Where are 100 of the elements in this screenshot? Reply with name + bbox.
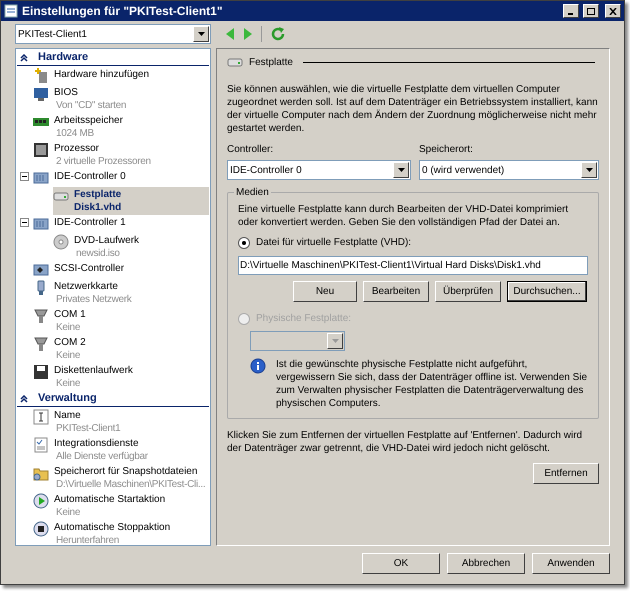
item-detail: Keine (56, 377, 82, 390)
dropdown-arrow-icon (198, 32, 204, 36)
controller-icon (33, 216, 49, 232)
item-label: IDE-Controller 1 (54, 216, 126, 229)
info-text: Ist die gewünschte physische Festplatte nicht aufgeführt, vergewissern Sie sich, dass der Datenträger offline ist. Verwenden Sie zum Verwalten physischer Festplatten die Datenträgerverwaltung des physischen Computers. (276, 358, 588, 410)
item-label: COM 1 (54, 308, 86, 321)
tree-item[interactable]: Netzwerkkarte Privates Netzwerk (33, 279, 134, 307)
item-label: DVD-Laufwerk (74, 234, 140, 247)
hardware-add-icon (33, 68, 49, 84)
item-detail: D:\Virtuelle Maschinen\PKITest-Cli... (56, 478, 206, 491)
tree-item[interactable]: Festplatte Disk1.vhd (53, 187, 209, 215)
item-detail: Alle Dienste verfügbar (56, 450, 148, 463)
dropdown-arrow-icon (332, 339, 338, 343)
intro-text: Sie können auswählen, wie die virtuelle Festplatte dem virtuellen Computer zugeordnet werden soll. Ist auf dem Datenträger ein Betriebssystem installiert, kann der virtuelle Computer nach dem Ändern der Zuordnung möglicherweise nicht mehr gestartet werden. (227, 83, 599, 135)
play-icon (33, 493, 49, 509)
tree-item[interactable]: Speicherort für Snapshotdateien D:\Virtuelle Maschinen\PKITest-Cli... (33, 464, 208, 492)
item-detail: Keine (56, 321, 82, 334)
media-text: Eine virtuelle Festplatte kann durch Bearbeiten der VHD-Datei komprimiert oder konvertiert werden. Geben Sie den vollständigen Pfad der Datei an. (238, 203, 570, 229)
item-label: Prozessor (54, 142, 100, 155)
item-detail: PKITest-Client1 (56, 422, 120, 435)
maximize-button[interactable] (583, 4, 599, 18)
tree-item[interactable]: IDE-Controller 1 (33, 215, 128, 233)
item-detail: Von "CD" starten (56, 99, 126, 112)
item-label: Automatische Stoppaktion (54, 521, 170, 534)
item-detail: newsid.iso (76, 247, 121, 260)
item-detail: 1024 MB (56, 127, 95, 140)
item-detail: Keine (56, 506, 82, 519)
collapse-chevron-icon[interactable] (20, 54, 28, 62)
item-label: Name (54, 409, 82, 422)
item-label: Festplatte (74, 188, 122, 201)
item-label: Diskettenlaufwerk (54, 364, 133, 377)
panel-title: Festplatte (249, 56, 293, 70)
controller-select[interactable]: IDE-Controller 0 (227, 160, 411, 180)
monitor-icon (33, 86, 49, 102)
tree-item[interactable]: Name PKITest-Client1 (33, 408, 122, 436)
item-label: Arbeitsspeicher (54, 114, 123, 127)
item-label: COM 2 (54, 336, 86, 349)
tree-item[interactable]: Prozessor 2 virtuelle Prozessoren (33, 141, 153, 169)
tree-item[interactable]: Diskettenlaufwerk Keine (33, 363, 135, 391)
tree-item[interactable]: DVD-Laufwerk newsid.iso (53, 233, 142, 261)
collapse-chevron-icon[interactable] (20, 394, 28, 402)
item-label: SCSI-Controller (54, 262, 124, 275)
tree-item[interactable]: Hardware hinzufügen (33, 67, 152, 85)
item-label: Automatische Startaktion (54, 493, 166, 506)
settings-window-icon (4, 4, 18, 18)
text-field-icon (33, 409, 49, 425)
processor-icon (33, 142, 49, 158)
item-label: Hardware hinzufügen (54, 68, 150, 81)
tree-item[interactable]: Automatische Stoppaktion Herunterfahren (33, 520, 172, 545)
vm-select[interactable]: PKITest-Client1 (15, 24, 211, 44)
item-detail: 2 virtuelle Prozessoren (56, 155, 151, 168)
item-detail: Privates Netzwerk (56, 293, 132, 306)
close-icon (609, 8, 617, 14)
tree-item[interactable]: COM 2 Keine (33, 335, 88, 363)
maximize-icon (587, 8, 595, 14)
tree-item[interactable]: Arbeitsspeicher 1024 MB (33, 113, 125, 141)
dialog-button[interactable]: Abbrechen (447, 553, 525, 574)
item-label: Netzwerkkarte (54, 280, 119, 293)
floppy-icon (33, 364, 49, 380)
radio-label: Datei für virtuelle Festplatte (VHD): (256, 236, 412, 250)
item-detail: Disk1.vhd (74, 201, 122, 214)
tree-item[interactable]: BIOS Von "CD" starten (33, 85, 128, 113)
dialog-button[interactable]: Durchsuchen... (507, 281, 587, 302)
dialog-button[interactable]: OK (362, 553, 440, 574)
tree-item[interactable]: IDE-Controller 0 (33, 169, 128, 187)
stop-icon (33, 521, 49, 537)
radio-button[interactable] (238, 236, 250, 248)
path-field[interactable]: D:\Virtuelle Maschinen\PKITest-Client1\Virtual Hard Disks\Disk1.vhd (238, 256, 588, 275)
scsi-icon (33, 262, 49, 278)
port-icon (33, 308, 49, 324)
dialog-button[interactable]: Entfernen (533, 463, 599, 484)
item-label: Speicherort für Snapshotdateien (54, 465, 198, 478)
item-label: BIOS (54, 86, 79, 99)
dialog-button[interactable]: Anwenden (532, 553, 610, 574)
dialog-button[interactable]: Überprüfen (435, 281, 501, 302)
dialog-button[interactable]: Bearbeiten (363, 281, 429, 302)
dialog-button[interactable]: Neu (293, 281, 357, 302)
window-title: Einstellungen für "PKITest-Client1" (22, 3, 224, 20)
collapse-icon[interactable] (20, 218, 29, 227)
disc-icon (53, 234, 69, 250)
section-header: Verwaltung (38, 391, 97, 406)
tree-item[interactable]: COM 1 Keine (33, 307, 88, 335)
section-header: Hardware (38, 50, 88, 66)
tree-item[interactable]: Integrationsdienste Alle Dienste verfügbar (33, 436, 150, 464)
location-select[interactable]: 0 (wird verwendet) (419, 160, 599, 180)
dropdown-arrow-icon (586, 168, 592, 172)
close-button[interactable] (605, 4, 621, 18)
port-icon (33, 336, 49, 352)
collapse-icon[interactable] (20, 172, 29, 181)
checklist-icon (33, 437, 49, 453)
field-label: Controller: (227, 143, 274, 157)
dropdown-arrow-icon (398, 168, 404, 172)
minimize-button[interactable] (563, 4, 579, 18)
controller-icon (33, 170, 49, 186)
item-detail: Herunterfahren (56, 534, 120, 545)
item-label: Integrationsdienste (54, 437, 140, 450)
field-label: Speicherort: (419, 143, 474, 157)
info-icon (250, 358, 266, 374)
tree-item[interactable]: Automatische Startaktion Keine (33, 492, 168, 520)
tree-item[interactable]: SCSI-Controller (33, 261, 126, 279)
